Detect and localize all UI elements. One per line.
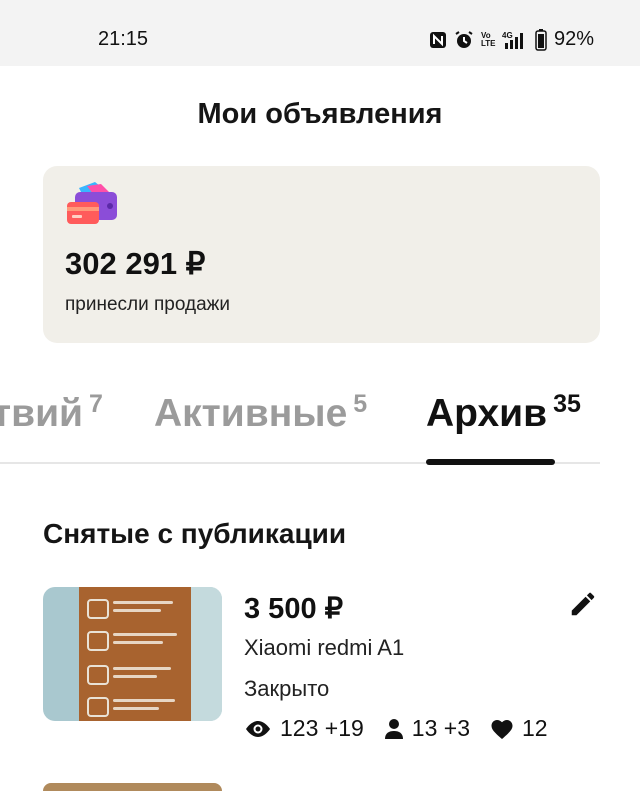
views-stat: 123 +19 — [244, 715, 364, 742]
tab-archive[interactable]: Архив 35 — [426, 390, 581, 436]
sales-label: принесли продажи — [65, 294, 230, 315]
section-title: Снятые с публикации — [43, 518, 347, 549]
person-icon — [384, 718, 403, 739]
tab-waiting[interactable]: твий 7 — [0, 390, 103, 436]
listing-photo[interactable] — [43, 587, 222, 721]
views-count: 123 — [280, 715, 319, 741]
listing-tabs: твий 7 Активные 5 Архив 35 — [0, 390, 640, 466]
alarm-icon — [454, 30, 474, 50]
tab-count: 35 — [553, 390, 581, 418]
favorites-stat: 12 — [490, 715, 548, 742]
next-listing-photo[interactable] — [43, 783, 222, 791]
battery-icon — [535, 28, 547, 51]
contacts-count: 13 — [411, 715, 438, 741]
battery-percent: 92% — [553, 28, 594, 50]
wallet-cards-icon — [67, 182, 117, 224]
heart-icon — [491, 719, 513, 739]
views-delta: +19 — [324, 715, 364, 741]
sales-amount: 302 291 ₽ — [65, 246, 206, 281]
listing-price: 3 500 ₽ — [244, 593, 344, 625]
contacts-stat: 13 +3 — [384, 715, 470, 742]
edit-icon[interactable] — [568, 589, 598, 619]
contacts-delta: +3 — [443, 715, 470, 741]
network-type-label: 4G — [502, 31, 513, 40]
selected-tab-indicator — [426, 459, 555, 465]
tab-count: 7 — [89, 390, 103, 418]
status-bar: 21:15 Vo LTE 4G 92% — [0, 0, 640, 66]
status-icons: Vo LTE 4G 92% — [429, 28, 594, 51]
tab-count: 5 — [353, 390, 368, 418]
tab-label: Активные — [154, 392, 348, 435]
eye-icon — [246, 720, 270, 737]
favorites-count: 12 — [522, 715, 548, 741]
page-title: Мои объявления — [197, 98, 443, 130]
listing-title[interactable]: Xiaomi redmi A1 — [244, 635, 404, 661]
sales-summary-card[interactable]: 302 291 ₽ принесли продажи — [43, 166, 600, 343]
listing-stats: 123 +19 13 +3 12 — [244, 715, 568, 742]
tab-label: твий — [0, 392, 84, 435]
listing-card[interactable]: 3 500 ₽ Xiaomi redmi A1 Закрыто 123 +19 … — [43, 587, 600, 741]
listing-status: Закрыто — [244, 676, 330, 701]
tab-active[interactable]: Активные 5 — [154, 390, 368, 436]
status-time: 21:15 — [98, 28, 149, 50]
nfc-icon — [429, 31, 447, 49]
4g-signal-icon: 4G — [502, 30, 528, 50]
volte-icon: Vo LTE — [480, 30, 496, 48]
tab-label: Архив — [426, 392, 548, 435]
